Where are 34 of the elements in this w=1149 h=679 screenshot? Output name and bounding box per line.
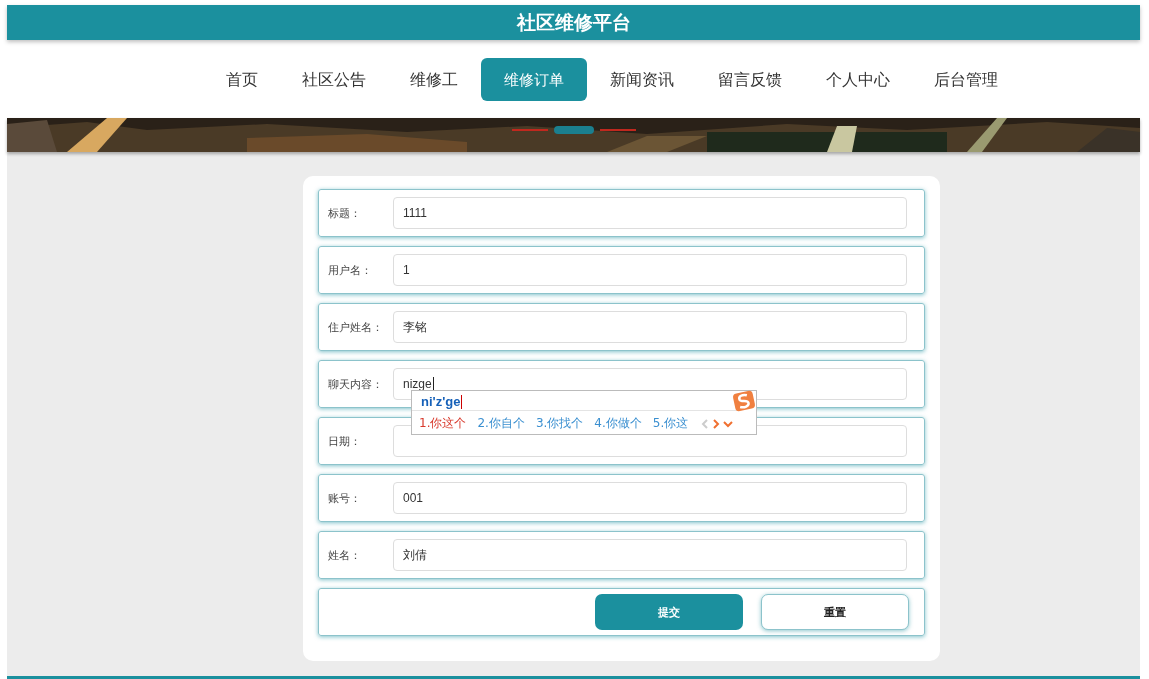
field-label: 姓名： xyxy=(327,547,362,563)
nav-tab[interactable]: 首页 xyxy=(204,57,279,101)
nav-tab[interactable]: 留言反馈 xyxy=(696,57,803,101)
reset-button[interactable]: 重置 xyxy=(761,594,909,630)
nav-tab[interactable]: 个人中心 xyxy=(804,57,911,101)
input-field[interactable]: 1111 xyxy=(393,197,907,229)
next-page-icon[interactable] xyxy=(712,418,721,429)
field-label: 账号： xyxy=(327,490,362,506)
ime-candidate[interactable]: 2.你自个 xyxy=(477,415,525,432)
nav-tab[interactable]: 后台管理 xyxy=(912,57,1019,101)
nav-tab[interactable]: 社区公告 xyxy=(280,57,387,101)
nav-tab[interactable]: 维修工 xyxy=(388,57,479,101)
ime-candidate[interactable]: 4.你做个 xyxy=(594,415,642,432)
input-field[interactable]: 李铭 xyxy=(393,311,907,343)
field-label: 日期： xyxy=(327,433,362,449)
input-field[interactable]: 001 xyxy=(393,482,907,514)
input-field[interactable]: 刘倩 xyxy=(393,539,907,571)
expand-icon[interactable] xyxy=(723,419,734,428)
ime-candidate[interactable]: 3.你找个 xyxy=(535,415,584,432)
field-label: 用户名： xyxy=(327,262,373,278)
field-label: 聊天内容： xyxy=(327,376,384,392)
ime-candidate[interactable]: 1.你这个 xyxy=(419,415,467,432)
nav-tab[interactable]: 新闻资讯 xyxy=(588,57,695,101)
carousel-indicator[interactable] xyxy=(553,126,594,134)
carousel-indicator[interactable] xyxy=(599,129,636,131)
previous-page-icon[interactable] xyxy=(701,418,710,429)
nav-tab[interactable]: 维修订单 xyxy=(480,57,587,101)
carousel-indicator[interactable] xyxy=(511,129,548,131)
field-label: 住户姓名： xyxy=(327,319,384,335)
submit-button[interactable]: 提交 xyxy=(595,594,743,630)
field-label: 标题： xyxy=(327,205,362,221)
site-title: 社区维修平台 xyxy=(516,10,631,35)
ime-candidate[interactable]: 5.你这 xyxy=(652,415,689,432)
input-field[interactable]: 1 xyxy=(393,254,907,286)
